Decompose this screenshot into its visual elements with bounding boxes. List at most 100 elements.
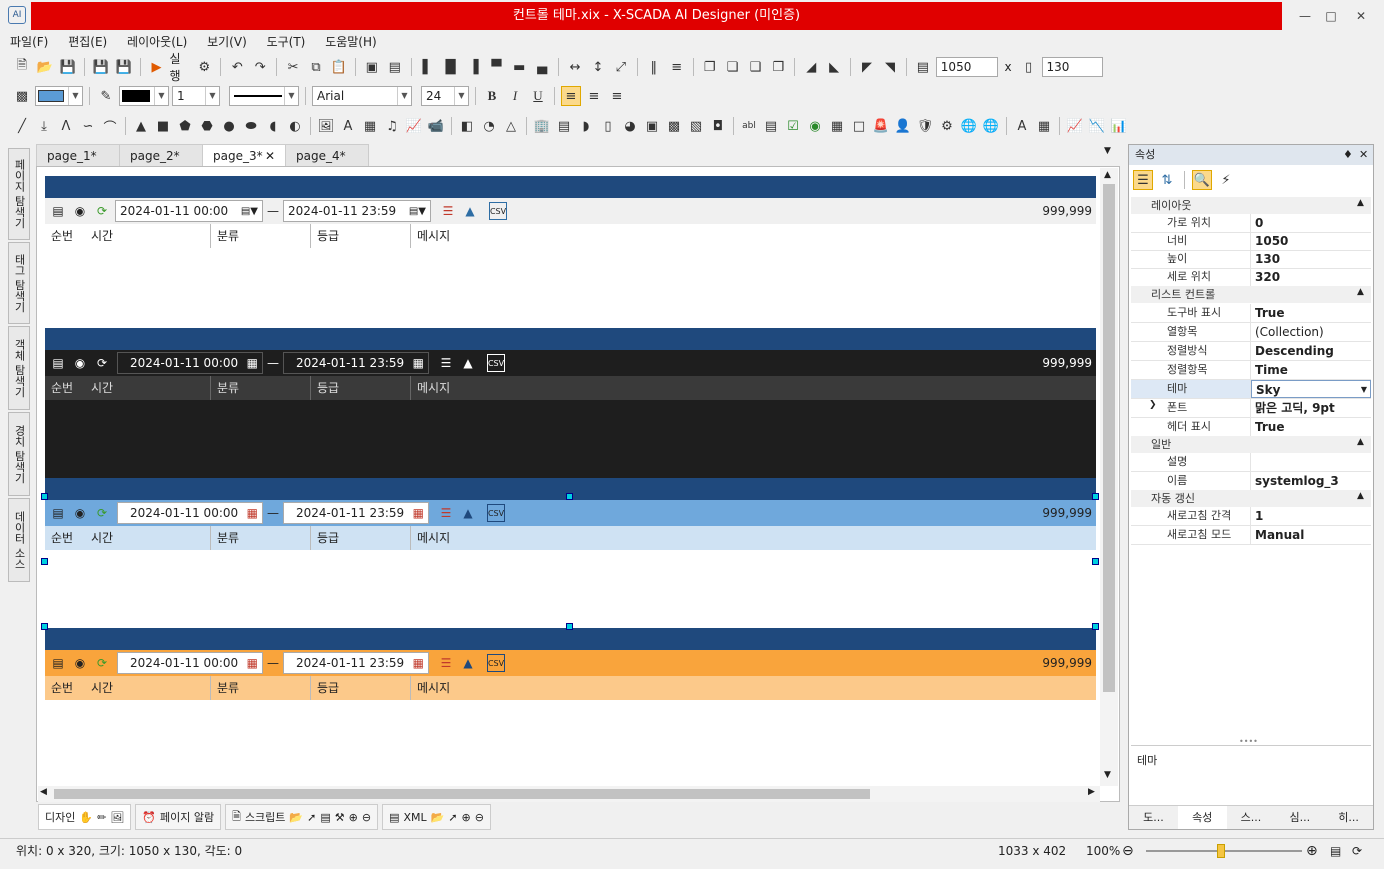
col-grade[interactable]: 등급 <box>311 376 411 400</box>
panel-close-icon[interactable]: ✕ <box>1359 145 1368 165</box>
sector-tool-icon[interactable]: ◖ <box>263 116 283 136</box>
refresh-icon[interactable]: ⟳ <box>93 504 111 522</box>
dial-icon[interactable]: ◕ <box>620 116 640 136</box>
col-message[interactable]: 메시지 <box>411 526 611 550</box>
category-auto-refresh[interactable]: 자동 갱신 <box>1131 490 1371 507</box>
align-right-icon[interactable]: ▐ <box>463 57 483 77</box>
end-date-field[interactable]: 2024-01-11 23:59 ▦ <box>283 502 429 524</box>
forward-icon[interactable]: ❑ <box>745 57 765 77</box>
system-log-orange[interactable]: ▤ ◉ ⟳ 2024-01-11 00:00 ▦ — 2024-01-11 23:… <box>45 650 1096 780</box>
font-name-select[interactable]: Arial ▼ <box>312 86 412 106</box>
col-time[interactable]: 시간 <box>85 224 211 248</box>
theme-select[interactable]: Sky ▼ <box>1251 380 1371 398</box>
checkbox-icon[interactable]: ☑ <box>783 116 803 136</box>
col-seq[interactable]: 순번 <box>45 376 85 400</box>
stop-icon[interactable]: ◉ <box>71 504 89 522</box>
calendar-icon[interactable]: ▦ <box>413 656 424 670</box>
resize-handle-w[interactable] <box>41 558 48 565</box>
redo-icon[interactable]: ↷ <box>250 57 270 77</box>
curve-tool-icon[interactable]: ∽ <box>78 116 98 136</box>
bold-button[interactable]: B <box>482 86 502 106</box>
events-icon[interactable]: ⚡ <box>1216 170 1236 190</box>
end-date-field[interactable]: 2024-01-11 23:59 ▦ <box>283 652 429 674</box>
maximize-icon[interactable]: □ <box>1320 8 1342 24</box>
run-button[interactable]: 실행 <box>169 50 191 84</box>
zoom-in-button[interactable]: ⊕ <box>1306 839 1318 863</box>
tab-data-source[interactable]: 데이터 소스 <box>8 498 30 582</box>
zoom-out-icon[interactable]: ⊖ <box>362 811 371 824</box>
export-xml-icon[interactable]: ➚ <box>448 811 457 824</box>
menu-view[interactable]: 보기(V) <box>201 32 253 52</box>
align-top-icon[interactable]: ▀ <box>486 57 506 77</box>
menu-edit[interactable]: 편집(E) <box>62 32 113 52</box>
pyramid-tool-icon[interactable]: △ <box>501 116 521 136</box>
filter-color-icon[interactable]: ☰ <box>437 654 455 672</box>
scroll-right-icon[interactable]: ▶ <box>1088 787 1095 797</box>
prop-refresh-mode[interactable]: 새로고침 모드 Manual <box>1131 526 1371 545</box>
paste-icon[interactable]: 📋 <box>329 57 349 77</box>
save-icon[interactable]: 💾 <box>58 57 78 77</box>
calendar-icon[interactable]: ▦ <box>413 356 424 370</box>
line-color-picker[interactable]: ▼ <box>119 86 169 106</box>
pin-icon[interactable]: ♦ <box>1343 145 1353 165</box>
refresh-icon[interactable]: ⟳ <box>93 202 111 220</box>
same-size-icon[interactable]: ⤢ <box>611 57 631 77</box>
trend-icon[interactable]: 📈 <box>1065 116 1085 136</box>
arc-shape-icon[interactable]: ◐ <box>285 116 305 136</box>
text-align-right-icon[interactable]: ≡ <box>607 86 627 106</box>
prop-x[interactable]: 가로 위치 0 <box>1131 214 1371 233</box>
user-filter-icon[interactable]: ▲ <box>461 202 479 220</box>
hexagon-tool-icon[interactable]: ⬣ <box>197 116 217 136</box>
gear-icon[interactable]: ⚙ <box>937 116 957 136</box>
camera-tool-icon[interactable]: 📹 <box>426 116 446 136</box>
radio-icon[interactable]: ◉ <box>805 116 825 136</box>
menu-help[interactable]: 도움말(H) <box>319 32 383 52</box>
prop-theme[interactable]: 테마 Sky ▼ <box>1131 380 1371 399</box>
resize-handle-s[interactable] <box>566 623 573 630</box>
calendar-icon[interactable]: ▦ <box>247 506 258 520</box>
polygon-line-icon[interactable]: Λ <box>56 116 76 136</box>
fill-bucket-icon[interactable]: ▩ <box>12 86 32 106</box>
underline-button[interactable]: U <box>528 86 548 106</box>
stop-icon[interactable]: ◉ <box>71 202 89 220</box>
col-category[interactable]: 분류 <box>211 376 311 400</box>
col-grade[interactable]: 등급 <box>311 676 411 700</box>
calendar-icon[interactable]: ▤▼ <box>409 206 426 217</box>
ungroup-icon[interactable]: ▤ <box>385 57 405 77</box>
columns-icon[interactable]: ▤ <box>49 504 67 522</box>
pie-tool-icon[interactable]: ◔ <box>479 116 499 136</box>
col-time[interactable]: 시간 <box>85 526 211 550</box>
prop-sort-item[interactable]: 정렬항목 Time <box>1131 361 1371 380</box>
system-log-sky[interactable]: ▤ ◉ ⟳ 2024-01-11 00:00 ▦ — 2024-01-11 23:… <box>45 500 1096 628</box>
columns-icon[interactable]: ▤ <box>49 654 67 672</box>
zoom-slider-thumb[interactable] <box>1217 844 1225 858</box>
col-grade[interactable]: 등급 <box>311 224 411 248</box>
qrcode-tool-icon[interactable]: ▦ <box>360 116 380 136</box>
csv-export-icon[interactable]: CSV <box>487 654 505 672</box>
categorized-icon[interactable]: ☰ <box>1133 170 1153 190</box>
horizontal-scrollbar[interactable]: ◀ ▶ <box>38 786 1100 802</box>
csv-export-icon[interactable]: CSV <box>487 504 505 522</box>
col-grade[interactable]: 등급 <box>311 526 411 550</box>
building-icon[interactable]: 🏢 <box>532 116 552 136</box>
start-date-field[interactable]: 2024-01-11 00:00 ▦ <box>117 652 263 674</box>
tab-page-explorer[interactable]: 페이지 탐색기 <box>8 148 30 240</box>
close-icon[interactable]: ✕ <box>1350 8 1372 24</box>
user-icon[interactable]: 👤 <box>893 116 913 136</box>
web-icon[interactable]: 🌐 <box>981 116 1001 136</box>
combobox-icon[interactable]: ▤ <box>761 116 781 136</box>
shield-icon[interactable]: 🛡 <box>915 116 935 136</box>
open-script-icon[interactable]: 📂 <box>289 811 303 824</box>
tab-alarm-explorer[interactable]: 경치 탐색기 <box>8 412 30 496</box>
tab-properties[interactable]: 속성 <box>1177 806 1227 829</box>
zoom-100-icon[interactable]: ▤ <box>1330 839 1341 863</box>
menu-layout[interactable]: 레이아웃(L) <box>121 32 193 52</box>
line-style-select[interactable]: ▼ <box>229 86 299 106</box>
resize-handle-nw[interactable] <box>41 493 48 500</box>
tab-close-icon[interactable]: ✕ <box>265 145 275 167</box>
columns-icon[interactable]: ▤ <box>49 202 67 220</box>
system-log-default[interactable]: ▤ ◉ ⟳ 2024-01-11 00:00 ▤▼ — 2024-01-11 23… <box>45 198 1096 328</box>
stop-icon[interactable]: ◉ <box>71 354 89 372</box>
open-folder-icon[interactable]: 📂 <box>35 57 55 77</box>
tab-page-3[interactable]: page_3* ✕ <box>202 144 286 166</box>
